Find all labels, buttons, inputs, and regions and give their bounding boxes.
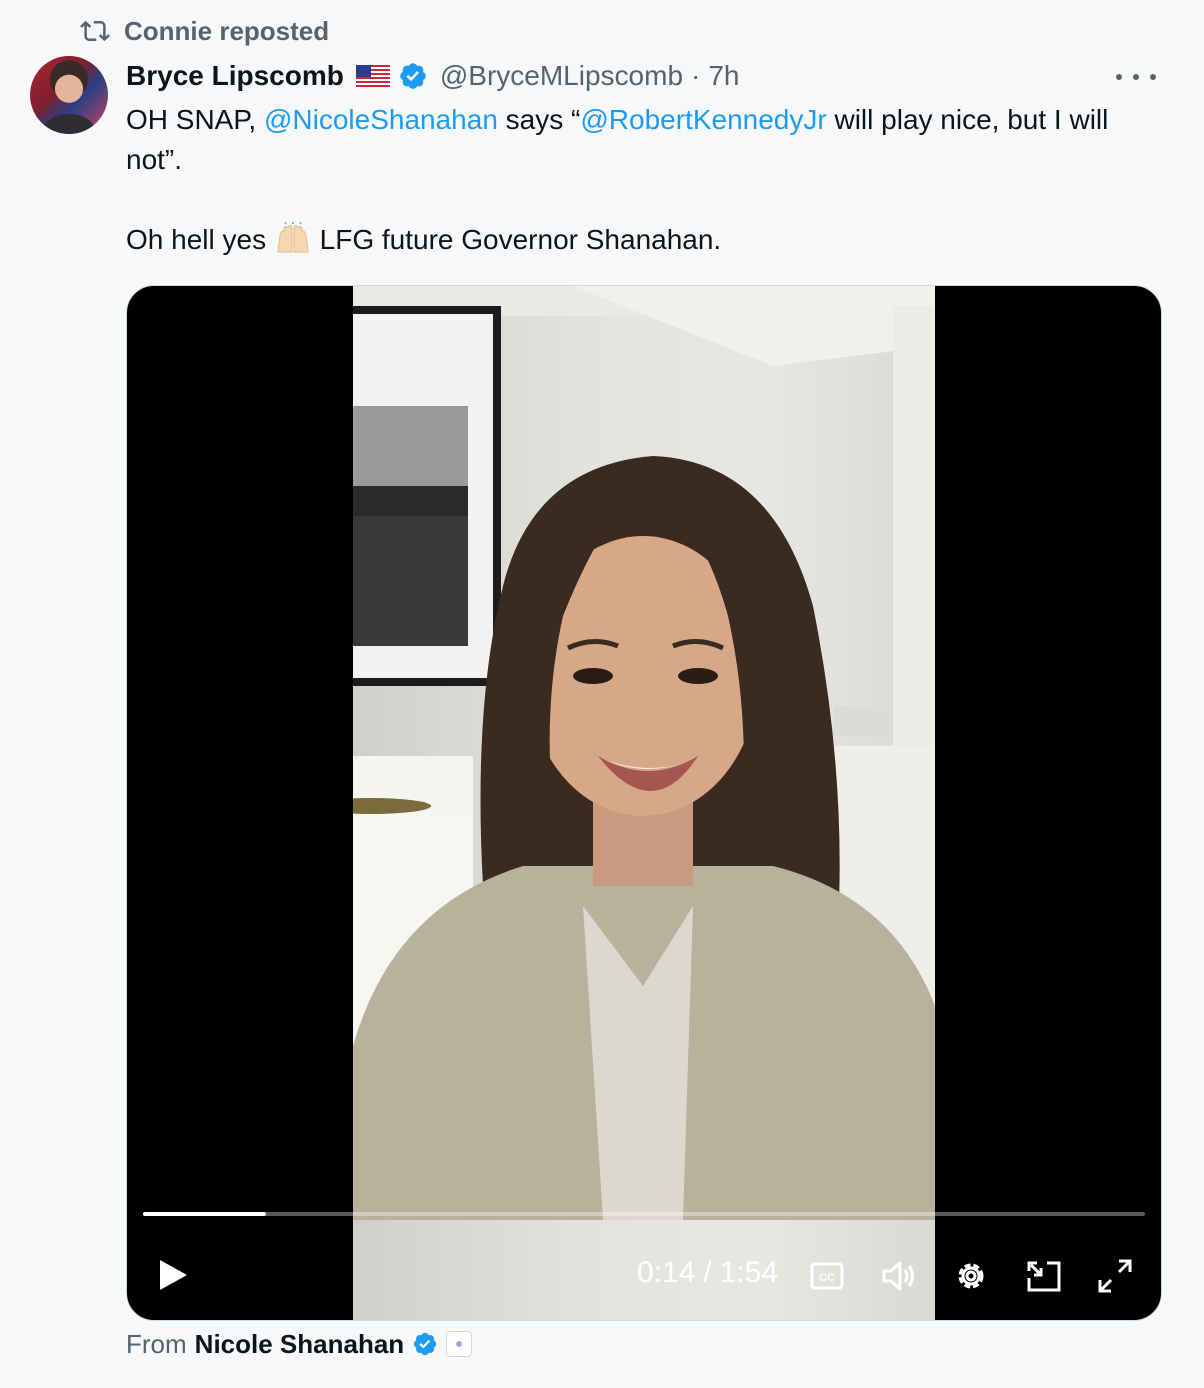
verified-badge-icon[interactable] bbox=[412, 1331, 438, 1357]
mention-robertkennedyjr[interactable]: @RobertKennedyJr bbox=[580, 104, 826, 135]
video-progress-bar[interactable] bbox=[143, 1212, 1145, 1216]
post-text-paragraph-1: OH SNAP, @NicoleShanahan says “@RobertKe… bbox=[126, 100, 1166, 180]
avatar[interactable] bbox=[30, 56, 108, 134]
text-segment: says “ bbox=[497, 104, 581, 135]
volume-icon[interactable] bbox=[879, 1256, 919, 1296]
video-frame bbox=[353, 286, 935, 1320]
post-header: Bryce Lipscomb @BryceMLipscomb · 7h bbox=[126, 54, 740, 98]
author-display-name[interactable]: Bryce Lipscomb bbox=[126, 60, 344, 92]
duration: 1:54 bbox=[719, 1256, 779, 1289]
text-segment: OH SNAP, bbox=[126, 104, 264, 135]
affiliate-badge-icon[interactable] bbox=[446, 1331, 473, 1357]
play-icon[interactable] bbox=[157, 1258, 189, 1292]
attribution-name[interactable]: Nicole Shanahan bbox=[195, 1329, 405, 1360]
video-attribution: From Nicole Shanahan bbox=[126, 1326, 473, 1362]
repost-icon bbox=[80, 20, 110, 42]
meta-separator: · bbox=[691, 60, 701, 91]
us-flag-icon bbox=[355, 65, 390, 87]
post-text: OH SNAP, @NicoleShanahan says “@RobertKe… bbox=[126, 100, 1166, 260]
mention-nicoleshanahan[interactable]: @NicoleShanahan bbox=[264, 104, 498, 135]
time-separator: / bbox=[703, 1256, 712, 1289]
post-text-paragraph-2: Oh hell yes LFG future Governor Shanahan… bbox=[126, 220, 1166, 260]
svg-text:CC: CC bbox=[819, 1272, 835, 1284]
picture-in-picture-icon[interactable] bbox=[1025, 1256, 1065, 1296]
from-label: From bbox=[126, 1328, 187, 1359]
text-segment: LFG future Governor Shanahan. bbox=[311, 224, 722, 255]
settings-icon[interactable] bbox=[951, 1256, 991, 1296]
verified-badge-icon[interactable] bbox=[398, 61, 428, 91]
video-controls: 0:14 / 1:54 CC bbox=[127, 1246, 1161, 1302]
more-icon[interactable] bbox=[1116, 62, 1156, 92]
repost-context[interactable]: Connie reposted bbox=[80, 14, 329, 48]
closed-captions-icon[interactable]: CC bbox=[807, 1256, 847, 1296]
author-handle[interactable]: @BryceMLipscomb bbox=[440, 60, 683, 92]
current-time: 0:14 bbox=[637, 1256, 696, 1289]
video-player[interactable]: 0:14 / 1:54 CC bbox=[126, 285, 1162, 1321]
text-segment: Oh hell yes bbox=[126, 224, 274, 255]
raising-hands-emoji bbox=[277, 222, 309, 253]
fullscreen-icon[interactable] bbox=[1095, 1256, 1135, 1296]
repost-label: Connie reposted bbox=[124, 15, 330, 46]
video-time: 0:14 / 1:54 bbox=[637, 1256, 778, 1290]
post-timestamp[interactable]: 7h bbox=[708, 60, 739, 92]
video-progress-fill bbox=[143, 1212, 267, 1216]
